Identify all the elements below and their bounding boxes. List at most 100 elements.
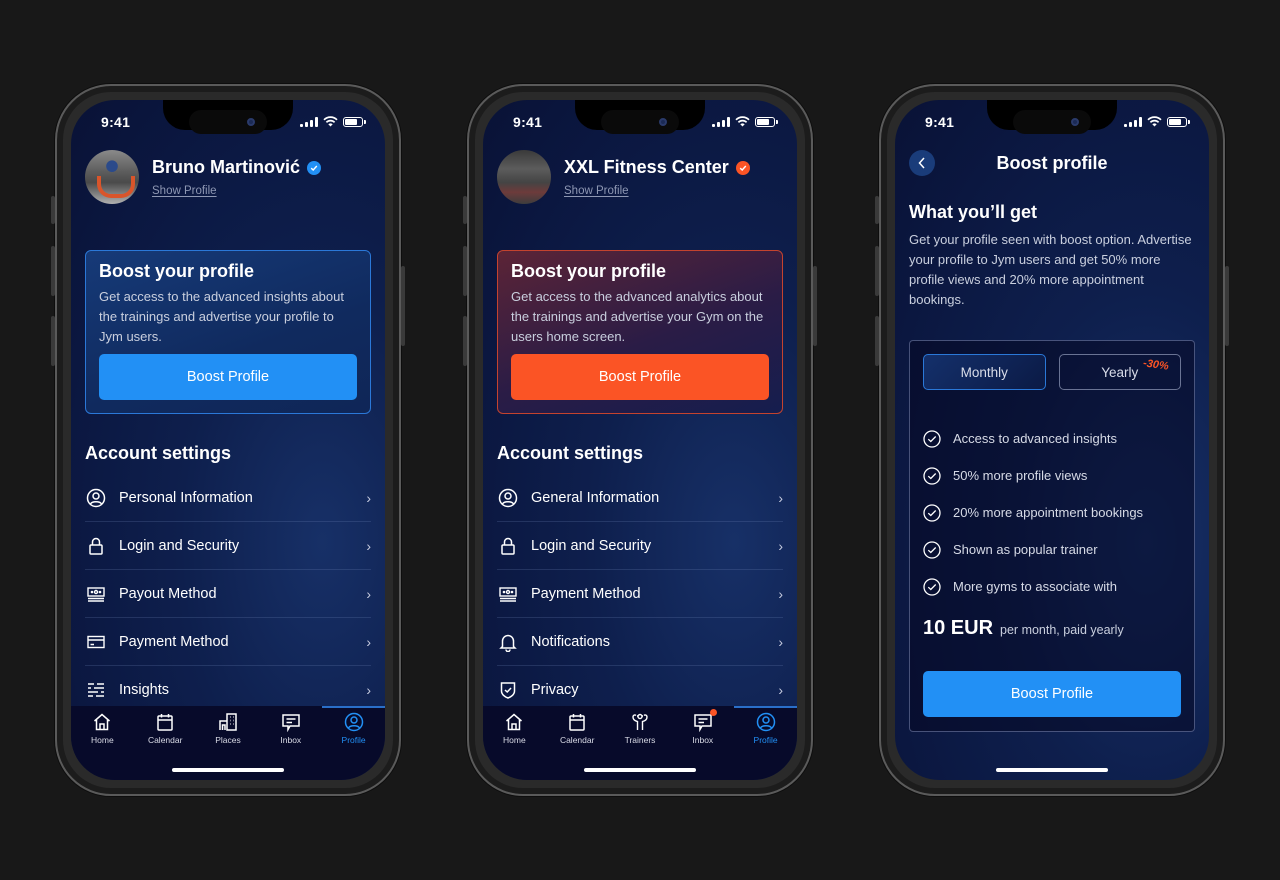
chevron-left-icon <box>918 157 925 169</box>
avatar[interactable] <box>85 150 139 204</box>
wifi-icon <box>735 116 750 127</box>
tab-profile[interactable]: Profile <box>734 706 797 748</box>
volume-up-button <box>875 246 879 296</box>
settings-item-payment-method[interactable]: Payment Method › <box>497 570 783 618</box>
building-icon <box>218 712 238 732</box>
boost-card-title: Boost your profile <box>99 261 255 281</box>
settings-item-general-information[interactable]: General Information › <box>497 474 783 522</box>
cash-icon <box>497 583 519 605</box>
profile-icon <box>756 712 776 732</box>
plan-option-monthly[interactable]: Monthly <box>923 354 1046 390</box>
plan-toggle: Monthly Yearly -30% <box>923 354 1181 390</box>
settings-item-payment-method[interactable]: Payment Method › <box>85 618 371 666</box>
feature-item: 20% more appointment bookings <box>923 494 1181 531</box>
phone-gym-profile: 9:41 XXL Fitness Center Show Profile Boo… <box>463 84 817 796</box>
tab-profile[interactable]: Profile <box>322 706 385 748</box>
boost-card-text: Get access to the advanced insights abou… <box>99 289 344 344</box>
home-indicator[interactable] <box>996 768 1108 772</box>
insights-icon <box>85 679 107 701</box>
mute-switch <box>51 196 55 224</box>
calendar-icon <box>568 712 586 732</box>
tab-label: Places <box>215 735 241 745</box>
status-time: 9:41 <box>101 114 131 130</box>
screen: 9:41 Boost profile What you’ll get Get y… <box>895 100 1209 780</box>
feature-item: 50% more profile views <box>923 457 1181 494</box>
camera <box>1071 118 1079 126</box>
dynamic-island <box>189 110 267 134</box>
tab-bar: Home Calendar Trainers Inbox Profile <box>483 706 797 780</box>
power-button <box>401 266 405 346</box>
discount-badge: -30% <box>1142 357 1170 373</box>
profile-name: Bruno Martinović <box>152 157 301 177</box>
user-circle-icon <box>85 487 107 509</box>
boost-profile-button[interactable]: Boost Profile <box>923 671 1181 717</box>
mute-switch <box>875 196 879 224</box>
tab-label: Profile <box>753 735 778 745</box>
plan-option-yearly[interactable]: Yearly -30% <box>1058 354 1181 390</box>
home-icon <box>504 712 524 732</box>
settings-item-label: Insights <box>119 681 169 698</box>
check-circle-icon <box>923 466 941 485</box>
settings-item-notifications[interactable]: Notifications › <box>497 618 783 666</box>
tab-inbox[interactable]: Inbox <box>671 706 734 748</box>
settings-item-label: General Information <box>531 489 660 506</box>
show-profile-link[interactable]: Show Profile <box>564 185 750 197</box>
price-amount: 10 EUR <box>923 617 994 639</box>
profile-icon <box>344 712 364 732</box>
home-indicator[interactable] <box>172 768 284 772</box>
plan-option-label: Yearly <box>1101 364 1139 380</box>
wifi-icon <box>323 116 338 127</box>
home-indicator[interactable] <box>584 768 696 772</box>
signal-icon <box>1124 116 1142 127</box>
check-circle-icon <box>923 577 941 596</box>
feature-label: Access to advanced insights <box>953 431 1118 446</box>
verified-badge-icon <box>307 160 322 175</box>
tab-home[interactable]: Home <box>483 706 546 748</box>
feature-label: More gyms to associate with <box>953 579 1118 594</box>
tab-calendar[interactable]: Calendar <box>134 706 197 748</box>
chevron-right-icon: › <box>778 537 783 554</box>
settings-item-label: Payout Method <box>119 585 217 602</box>
wifi-icon <box>1147 116 1162 127</box>
avatar[interactable] <box>497 150 551 204</box>
feature-label: 20% more appointment bookings <box>953 505 1144 520</box>
camera <box>247 118 255 126</box>
profile-header: XXL Fitness Center Show Profile <box>497 150 750 204</box>
power-button <box>1225 266 1229 346</box>
notification-dot <box>709 709 717 716</box>
settings-item-login-security[interactable]: Login and Security › <box>497 522 783 570</box>
settings-item-personal-information[interactable]: Personal Information › <box>85 474 371 522</box>
settings-item-login-security[interactable]: Login and Security › <box>85 522 371 570</box>
tab-label: Home <box>91 735 114 745</box>
back-button[interactable] <box>909 150 935 176</box>
settings-item-payout-method[interactable]: Payout Method › <box>85 570 371 618</box>
tab-trainers[interactable]: Trainers <box>609 706 672 748</box>
tab-calendar[interactable]: Calendar <box>546 706 609 748</box>
cash-icon <box>85 583 107 605</box>
chat-icon <box>693 709 717 732</box>
settings-item-label: Personal Information <box>119 489 253 506</box>
volume-up-button <box>51 246 55 296</box>
show-profile-link[interactable]: Show Profile <box>152 185 321 197</box>
tab-inbox[interactable]: Inbox <box>259 706 322 748</box>
settings-item-label: Payment Method <box>531 585 641 602</box>
boost-card-title: Boost your profile <box>511 261 667 281</box>
feature-label: Shown as popular trainer <box>953 542 1098 557</box>
status-time: 9:41 <box>513 114 543 130</box>
battery-icon <box>1167 116 1190 127</box>
tab-places[interactable]: Places <box>197 706 260 748</box>
boost-card-text: Get access to the advanced analytics abo… <box>511 289 764 344</box>
tab-home[interactable]: Home <box>71 706 134 748</box>
boost-profile-button[interactable]: Boost Profile <box>99 354 357 400</box>
signal-icon <box>712 116 730 127</box>
screen: 9:41 Bruno Martinović Show Profile Boost… <box>71 100 385 780</box>
boost-profile-button[interactable]: Boost Profile <box>511 354 769 400</box>
chevron-right-icon: › <box>778 681 783 698</box>
tab-label: Calendar <box>559 735 595 745</box>
section-title: Account settings <box>85 443 232 463</box>
feature-label: 50% more profile views <box>953 468 1088 483</box>
tab-label: Inbox <box>280 735 302 745</box>
tab-label: Calendar <box>147 735 183 745</box>
home-icon <box>92 712 112 732</box>
settings-item-label: Payment Method <box>119 633 229 650</box>
